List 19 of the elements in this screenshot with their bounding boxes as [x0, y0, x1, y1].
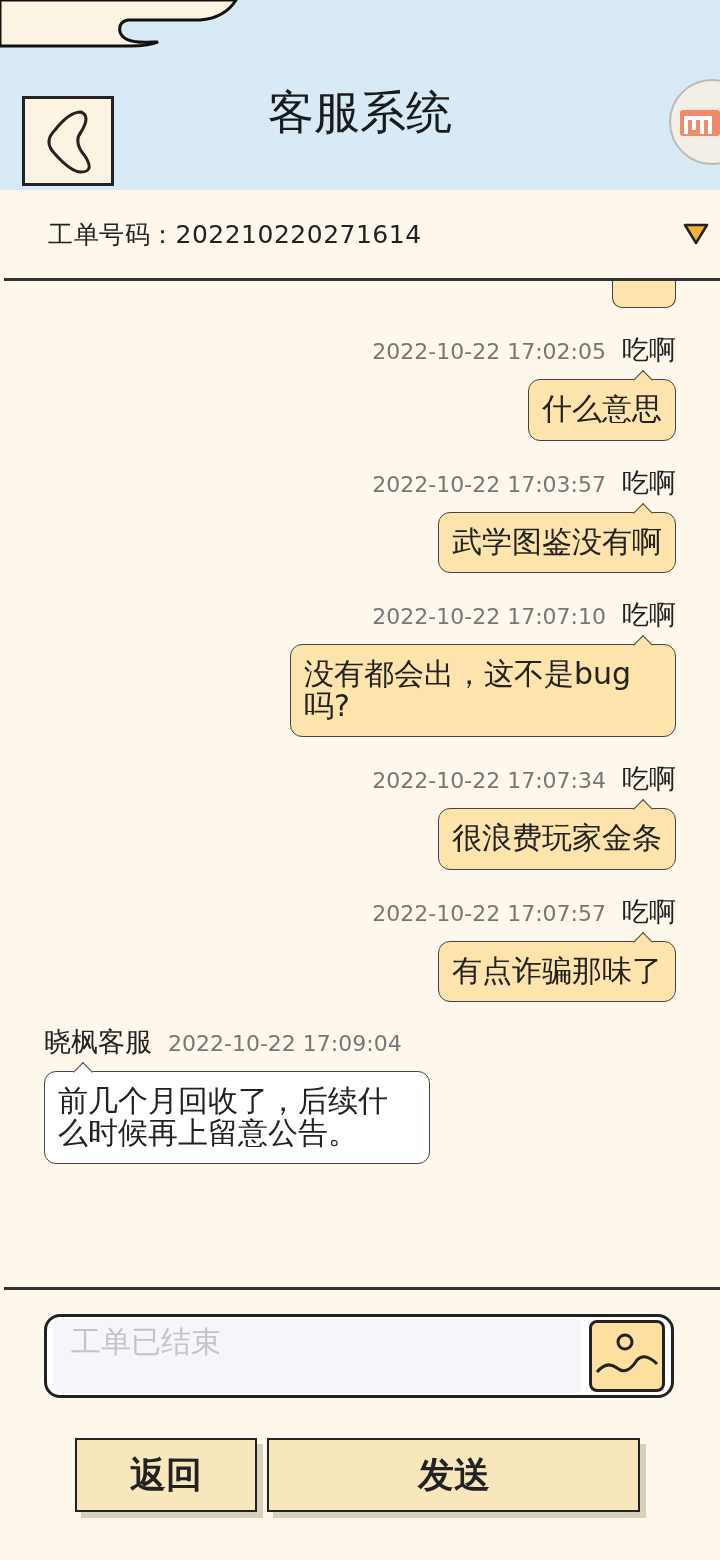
sender-name: 吃啊	[622, 465, 676, 500]
message-time: 2022-10-22 17:07:34	[372, 768, 606, 793]
ticket-number: 工单号码：202210220271614	[48, 218, 422, 251]
image-button[interactable]	[589, 1320, 665, 1392]
message-time: 2022-10-22 17:03:57	[372, 471, 606, 497]
sender-name: 吃啊	[622, 762, 676, 796]
message-bubble	[612, 281, 676, 308]
message-time: 2022-10-22 17:02:05	[372, 339, 606, 364]
page-title: 客服系统	[268, 84, 452, 141]
sender-name: 吃啊	[622, 333, 676, 367]
message-time: 2022-10-22 17:07:57	[372, 900, 606, 926]
dropdown-triangle-icon[interactable]	[682, 222, 710, 246]
sender-name: 吃啊	[622, 598, 676, 632]
sender-name: 吃啊	[622, 894, 676, 929]
back-button[interactable]	[22, 96, 114, 186]
message-time: 2022-10-22 17:09:04	[168, 1031, 402, 1056]
sender-name: 晓枫客服	[44, 1025, 152, 1059]
logo-icon	[668, 78, 720, 166]
message-time: 2022-10-22 17:07:10	[372, 604, 606, 629]
